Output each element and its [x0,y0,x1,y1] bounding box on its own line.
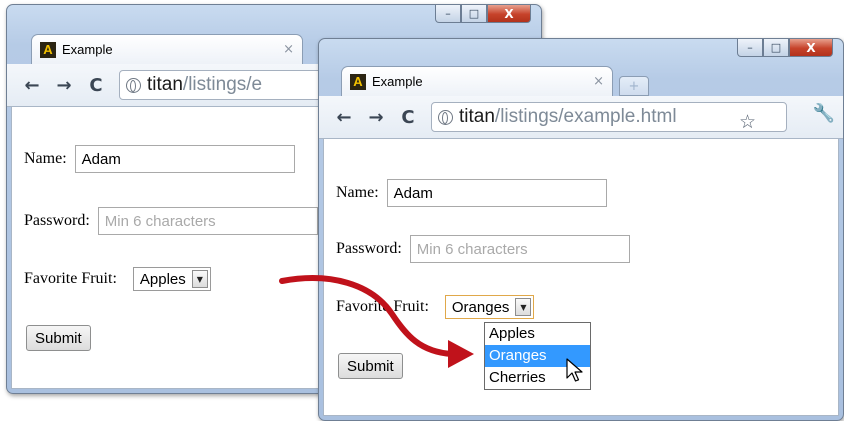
dropdown-arrow-icon[interactable]: ▼ [191,270,208,288]
password-field[interactable]: Min 6 characters [97,207,318,235]
password-row: Password: Min 6 characters [336,235,630,263]
option-apples[interactable]: Apples [485,323,590,345]
name-row: Name: Adam [336,179,607,207]
new-tab-button[interactable]: + [619,76,649,96]
close-window-button[interactable]: X [487,5,531,23]
password-label: Password: [336,240,402,257]
submit-button[interactable]: Submit [338,353,403,379]
tab-title: Example [62,42,113,57]
url-path: /listings/example.html [494,106,677,127]
reload-icon[interactable]: C [397,106,419,128]
address-bar[interactable]: titan/listings/example.html ☆ [431,102,787,132]
tab-close-icon[interactable]: × [593,74,604,89]
globe-icon [438,109,453,125]
browser-toolbar: ← → C titan/listings/example.html ☆ 🔧 [319,96,843,139]
globe-icon [126,77,141,93]
browser-tab[interactable]: A Example × [341,66,613,96]
password-row: Password: Min 6 characters [24,207,318,235]
password-label: Password: [24,212,90,229]
back-arrow-icon[interactable]: ← [333,106,355,128]
fruit-select[interactable]: Apples ▼ [132,267,211,291]
fruit-select-value: Oranges [451,298,510,316]
tab-close-icon[interactable]: × [283,42,294,57]
site-favicon-icon: A [350,73,366,90]
fruit-row: Favorite Fruit: Oranges ▼ [336,295,535,319]
url-path: /listings/e [182,74,263,95]
maximize-button[interactable]: □ [763,39,789,57]
forward-arrow-icon[interactable]: → [365,106,387,128]
browser-tab[interactable]: A Example × [31,34,303,64]
back-arrow-icon[interactable]: ← [21,74,43,96]
name-field[interactable]: Adam [74,145,295,173]
site-favicon-icon: A [40,41,56,58]
window-controls: – □ X [435,5,531,23]
close-window-button[interactable]: X [789,39,833,57]
window-controls: – □ X [737,39,833,57]
name-field[interactable]: Adam [386,179,607,207]
url-host: titan [459,106,495,127]
star-icon[interactable]: ☆ [739,111,756,131]
fruit-label: Favorite Fruit: [24,270,117,287]
reload-icon[interactable]: C [85,74,107,96]
fruit-select[interactable]: Oranges ▼ [444,295,535,319]
fruit-row: Favorite Fruit: Apples ▼ [24,267,211,291]
minimize-button[interactable]: – [435,5,461,23]
mouse-pointer-icon [566,358,583,382]
submit-button[interactable]: Submit [26,325,91,351]
tab-title: Example [372,74,423,89]
url-host: titan [147,74,183,95]
name-row: Name: Adam [24,145,295,173]
forward-arrow-icon[interactable]: → [53,74,75,96]
maximize-button[interactable]: □ [461,5,487,23]
fruit-select-value: Apples [139,270,186,288]
minimize-button[interactable]: – [737,39,763,57]
fruit-label: Favorite Fruit: [336,298,429,315]
dropdown-arrow-icon[interactable]: ▼ [515,298,532,316]
name-label: Name: [24,150,67,167]
password-field[interactable]: Min 6 characters [409,235,630,263]
name-label: Name: [336,184,379,201]
wrench-icon[interactable]: 🔧 [813,103,835,124]
